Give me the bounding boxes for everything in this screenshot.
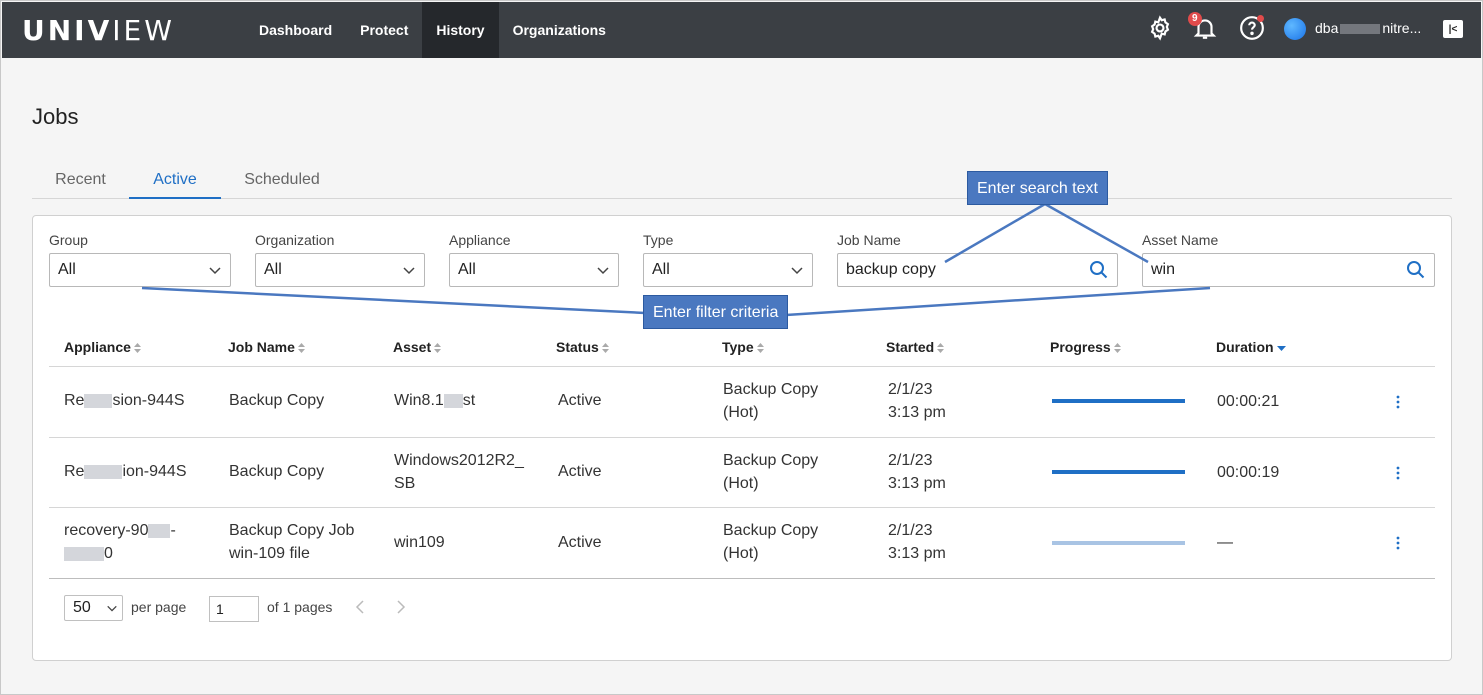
divider: [49, 578, 1435, 579]
chevron-down-icon: [209, 267, 221, 275]
sort-icon: [297, 343, 305, 354]
user-menu[interactable]: dba nitre...: [1315, 20, 1421, 36]
prev-page-icon[interactable]: [353, 599, 367, 615]
col-job-name[interactable]: Job Name: [228, 339, 305, 355]
kebab-menu-icon[interactable]: [1392, 535, 1404, 551]
row2-job-name: Backup Copy: [229, 463, 325, 480]
sort-icon: [133, 343, 141, 354]
row3-type: Backup Copy (Hot): [723, 522, 819, 562]
row3-status: Active: [558, 534, 602, 551]
row3-job-name: Backup Copy Job win-109 file: [229, 522, 355, 562]
row2-duration: 00:00:19: [1217, 464, 1280, 481]
main-nav: Dashboard Protect History Organizations: [245, 2, 620, 58]
redacted-block: [84, 393, 113, 408]
appliance-filter-label: Appliance: [449, 232, 511, 248]
nav-dashboard[interactable]: Dashboard: [245, 2, 346, 58]
row2-asset: Windows2012R2_ SB: [394, 452, 524, 492]
per-page-label: per page: [131, 599, 187, 615]
row2-progress-bar: [1052, 470, 1185, 474]
row1-asset: Win8.1 st: [394, 392, 476, 409]
asset-name-filter-label: Asset Name: [1142, 232, 1219, 248]
sort-icon: [756, 343, 764, 354]
organization-filter-label: Organization: [255, 232, 335, 248]
kebab-menu-icon[interactable]: [1392, 465, 1404, 481]
notification-badge: 9: [1188, 12, 1202, 26]
job-tabs: Recent Active Scheduled: [32, 166, 1452, 199]
row3-started: 2/1/23 3:13 pm: [888, 522, 946, 562]
chevron-down-icon: [403, 267, 415, 275]
asset-name-input[interactable]: [1151, 261, 1378, 279]
row1-started: 2/1/23 3:13 pm: [888, 381, 946, 421]
col-progress[interactable]: Progress: [1050, 339, 1121, 355]
redacted-block: [64, 546, 104, 561]
row3-duration: —: [1217, 534, 1233, 551]
row1-type: Backup Copy (Hot): [723, 381, 819, 421]
row1-status: Active: [558, 392, 602, 409]
sort-icon: [601, 343, 609, 354]
avatar[interactable]: [1284, 18, 1306, 40]
row2-appliance: Re ion-944S: [64, 463, 187, 480]
col-appliance[interactable]: Appliance: [64, 339, 141, 355]
col-asset[interactable]: Asset: [393, 339, 442, 355]
col-duration[interactable]: Duration: [1216, 339, 1286, 355]
next-page-icon[interactable]: [394, 599, 408, 615]
nav-history[interactable]: History: [422, 2, 499, 58]
kebab-menu-icon[interactable]: [1392, 394, 1404, 410]
asset-name-search[interactable]: [1142, 253, 1435, 287]
divider: [49, 507, 1435, 508]
tab-active[interactable]: Active: [129, 166, 221, 199]
chevron-down-icon: [791, 267, 803, 275]
sort-icon: [434, 343, 442, 354]
chevron-down-icon: [597, 267, 609, 275]
chevron-down-icon: [107, 605, 117, 612]
callout-filter-criteria: Enter filter criteria: [643, 295, 789, 329]
sort-icon: [1113, 343, 1121, 354]
tab-scheduled[interactable]: Scheduled: [221, 166, 343, 199]
row3-appliance: recovery-90- 0: [64, 522, 176, 562]
row1-duration: 00:00:21: [1217, 393, 1280, 410]
nav-organizations[interactable]: Organizations: [499, 2, 620, 58]
type-filter-label: Type: [643, 232, 674, 248]
job-name-search[interactable]: [837, 253, 1118, 287]
appliance-select[interactable]: All: [449, 253, 619, 287]
group-filter-label: Group: [49, 232, 88, 248]
gear-icon[interactable]: [1147, 15, 1173, 41]
redacted-block: [148, 523, 171, 538]
tab-recent[interactable]: Recent: [32, 166, 129, 199]
col-type[interactable]: Type: [722, 339, 764, 355]
row1-appliance: Re sion-944S: [64, 392, 185, 409]
collapse-icon[interactable]: |<: [1443, 20, 1463, 38]
group-select[interactable]: All: [49, 253, 231, 287]
job-name-input[interactable]: [846, 261, 1063, 279]
divider: [49, 366, 1435, 367]
row2-started: 2/1/23 3:13 pm: [888, 452, 946, 492]
row2-status: Active: [558, 463, 602, 480]
redacted-block: [1340, 24, 1381, 35]
help-alert-dot: [1257, 15, 1264, 22]
sort-desc-icon: [1276, 346, 1286, 352]
sort-icon: [937, 343, 945, 354]
divider: [49, 437, 1435, 438]
col-status[interactable]: Status: [556, 339, 609, 355]
organization-select[interactable]: All: [255, 253, 425, 287]
row3-progress-bar: [1052, 541, 1185, 545]
row2-type: Backup Copy (Hot): [723, 452, 819, 492]
row1-progress-bar: [1052, 399, 1185, 403]
redacted-block: [443, 393, 463, 408]
col-started[interactable]: Started: [886, 339, 945, 355]
callout-search-text: Enter search text: [967, 171, 1108, 205]
per-page-select[interactable]: 50: [64, 595, 123, 621]
search-icon[interactable]: [1089, 260, 1109, 280]
page-number-input[interactable]: 1: [209, 596, 259, 622]
nav-protect[interactable]: Protect: [346, 2, 422, 58]
uniview-logo[interactable]: UNIVIEW: [22, 14, 175, 47]
page-title: Jobs: [32, 104, 79, 129]
search-icon[interactable]: [1406, 260, 1426, 280]
job-name-filter-label: Job Name: [837, 232, 901, 248]
redacted-block: [84, 464, 123, 479]
row1-job-name: Backup Copy: [229, 392, 325, 409]
page-count-label: of 1 pages: [267, 599, 333, 615]
type-select[interactable]: All: [643, 253, 813, 287]
row3-asset: win109: [394, 534, 445, 551]
